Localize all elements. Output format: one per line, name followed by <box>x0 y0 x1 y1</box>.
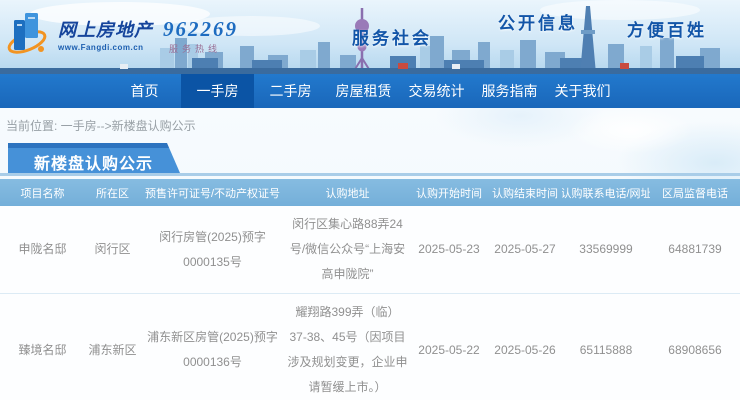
cell-supervision: 68908656 <box>650 294 740 400</box>
cell-permit: 闵行房管(2025)预字0000135号 <box>140 206 285 293</box>
slogan-convenience: 方便百姓 <box>627 16 707 41</box>
nav-item-transaction-stats[interactable]: 交易统计 <box>400 74 473 108</box>
site-logo[interactable]: 网上房地产 www.Fangdi.com.cn 962269 服务热线 <box>6 8 238 60</box>
site-name: 网上房地产 <box>58 16 153 42</box>
cell-district: 闵行区 <box>85 206 140 293</box>
col-header-start-date: 认购开始时间 <box>410 179 488 206</box>
col-header-supervision: 区局监督电话 <box>650 179 740 206</box>
col-header-end-date: 认购结束时间 <box>488 179 562 206</box>
main-nav: 首页 一手房 二手房 房屋租赁 交易统计 服务指南 关于我们 <box>0 74 740 108</box>
cell-start-date: 2025-05-23 <box>410 206 488 293</box>
col-header-contact: 认购联系电话/网址 <box>562 179 650 206</box>
nav-item-new-homes[interactable]: 一手房 <box>181 74 254 108</box>
cell-contact: 33569999 <box>562 206 650 293</box>
nav-item-about-us[interactable]: 关于我们 <box>546 74 619 108</box>
content-area: 当前位置: 一手房-->新楼盘认购公示 新楼盘认购公示 项目名称 所在区 预售许… <box>0 108 740 400</box>
col-header-address: 认购地址 <box>285 179 410 206</box>
table-header-row: 项目名称 所在区 预售许可证号/不动产权证号 认购地址 认购开始时间 认购结束时… <box>0 179 740 206</box>
buildings-logo-icon <box>6 8 50 60</box>
hotline-number: 962269 <box>163 17 238 42</box>
cell-address: 耀翔路399弄（临） 37-38、45号（因项目涉及规划变更，企业申请暂缓上市。… <box>285 294 410 400</box>
table-row: 申陇名邸 闵行区 闵行房管(2025)预字0000135号 闵行区集心路88弄2… <box>0 206 740 293</box>
cell-project: 臻境名邸 <box>0 294 85 400</box>
nav-item-rental[interactable]: 房屋租赁 <box>327 74 400 108</box>
nav-item-service-guide[interactable]: 服务指南 <box>473 74 546 108</box>
section-title-tab: 新楼盘认购公示 <box>8 143 180 173</box>
col-header-permit: 预售许可证号/不动产权证号 <box>140 179 285 206</box>
header-banner: 网上房地产 www.Fangdi.com.cn 962269 服务热线 服务社会… <box>0 0 740 74</box>
col-header-project: 项目名称 <box>0 179 85 206</box>
cell-end-date: 2025-05-26 <box>488 294 562 400</box>
hotline: 962269 服务热线 <box>163 17 238 55</box>
cell-address: 闵行区集心路88弄24号/微信公众号“上海安高申陇院” <box>285 206 410 293</box>
col-header-district: 所在区 <box>85 179 140 206</box>
cell-district: 浦东新区 <box>85 294 140 400</box>
site-url: www.Fangdi.com.cn <box>58 43 153 52</box>
cell-project: 申陇名邸 <box>0 206 85 293</box>
nav-item-home[interactable]: 首页 <box>108 74 181 108</box>
slogan-open-information: 公开信息 <box>498 9 578 34</box>
nav-item-resale-homes[interactable]: 二手房 <box>254 74 327 108</box>
table-row: 臻境名邸 浦东新区 浦东新区房管(2025)预字0000136号 耀翔路399弄… <box>0 293 740 400</box>
slogan-serve-society: 服务社会 <box>352 24 432 49</box>
hotline-label: 服务热线 <box>163 42 238 55</box>
cell-supervision: 64881739 <box>650 206 740 293</box>
breadcrumb: 当前位置: 一手房-->新楼盘认购公示 <box>0 108 740 134</box>
cell-contact: 65115888 <box>562 294 650 400</box>
section-divider <box>0 173 740 176</box>
cell-end-date: 2025-05-27 <box>488 206 562 293</box>
page: 网上房地产 www.Fangdi.com.cn 962269 服务热线 服务社会… <box>0 0 740 400</box>
cell-permit: 浦东新区房管(2025)预字0000136号 <box>140 294 285 400</box>
cell-start-date: 2025-05-22 <box>410 294 488 400</box>
